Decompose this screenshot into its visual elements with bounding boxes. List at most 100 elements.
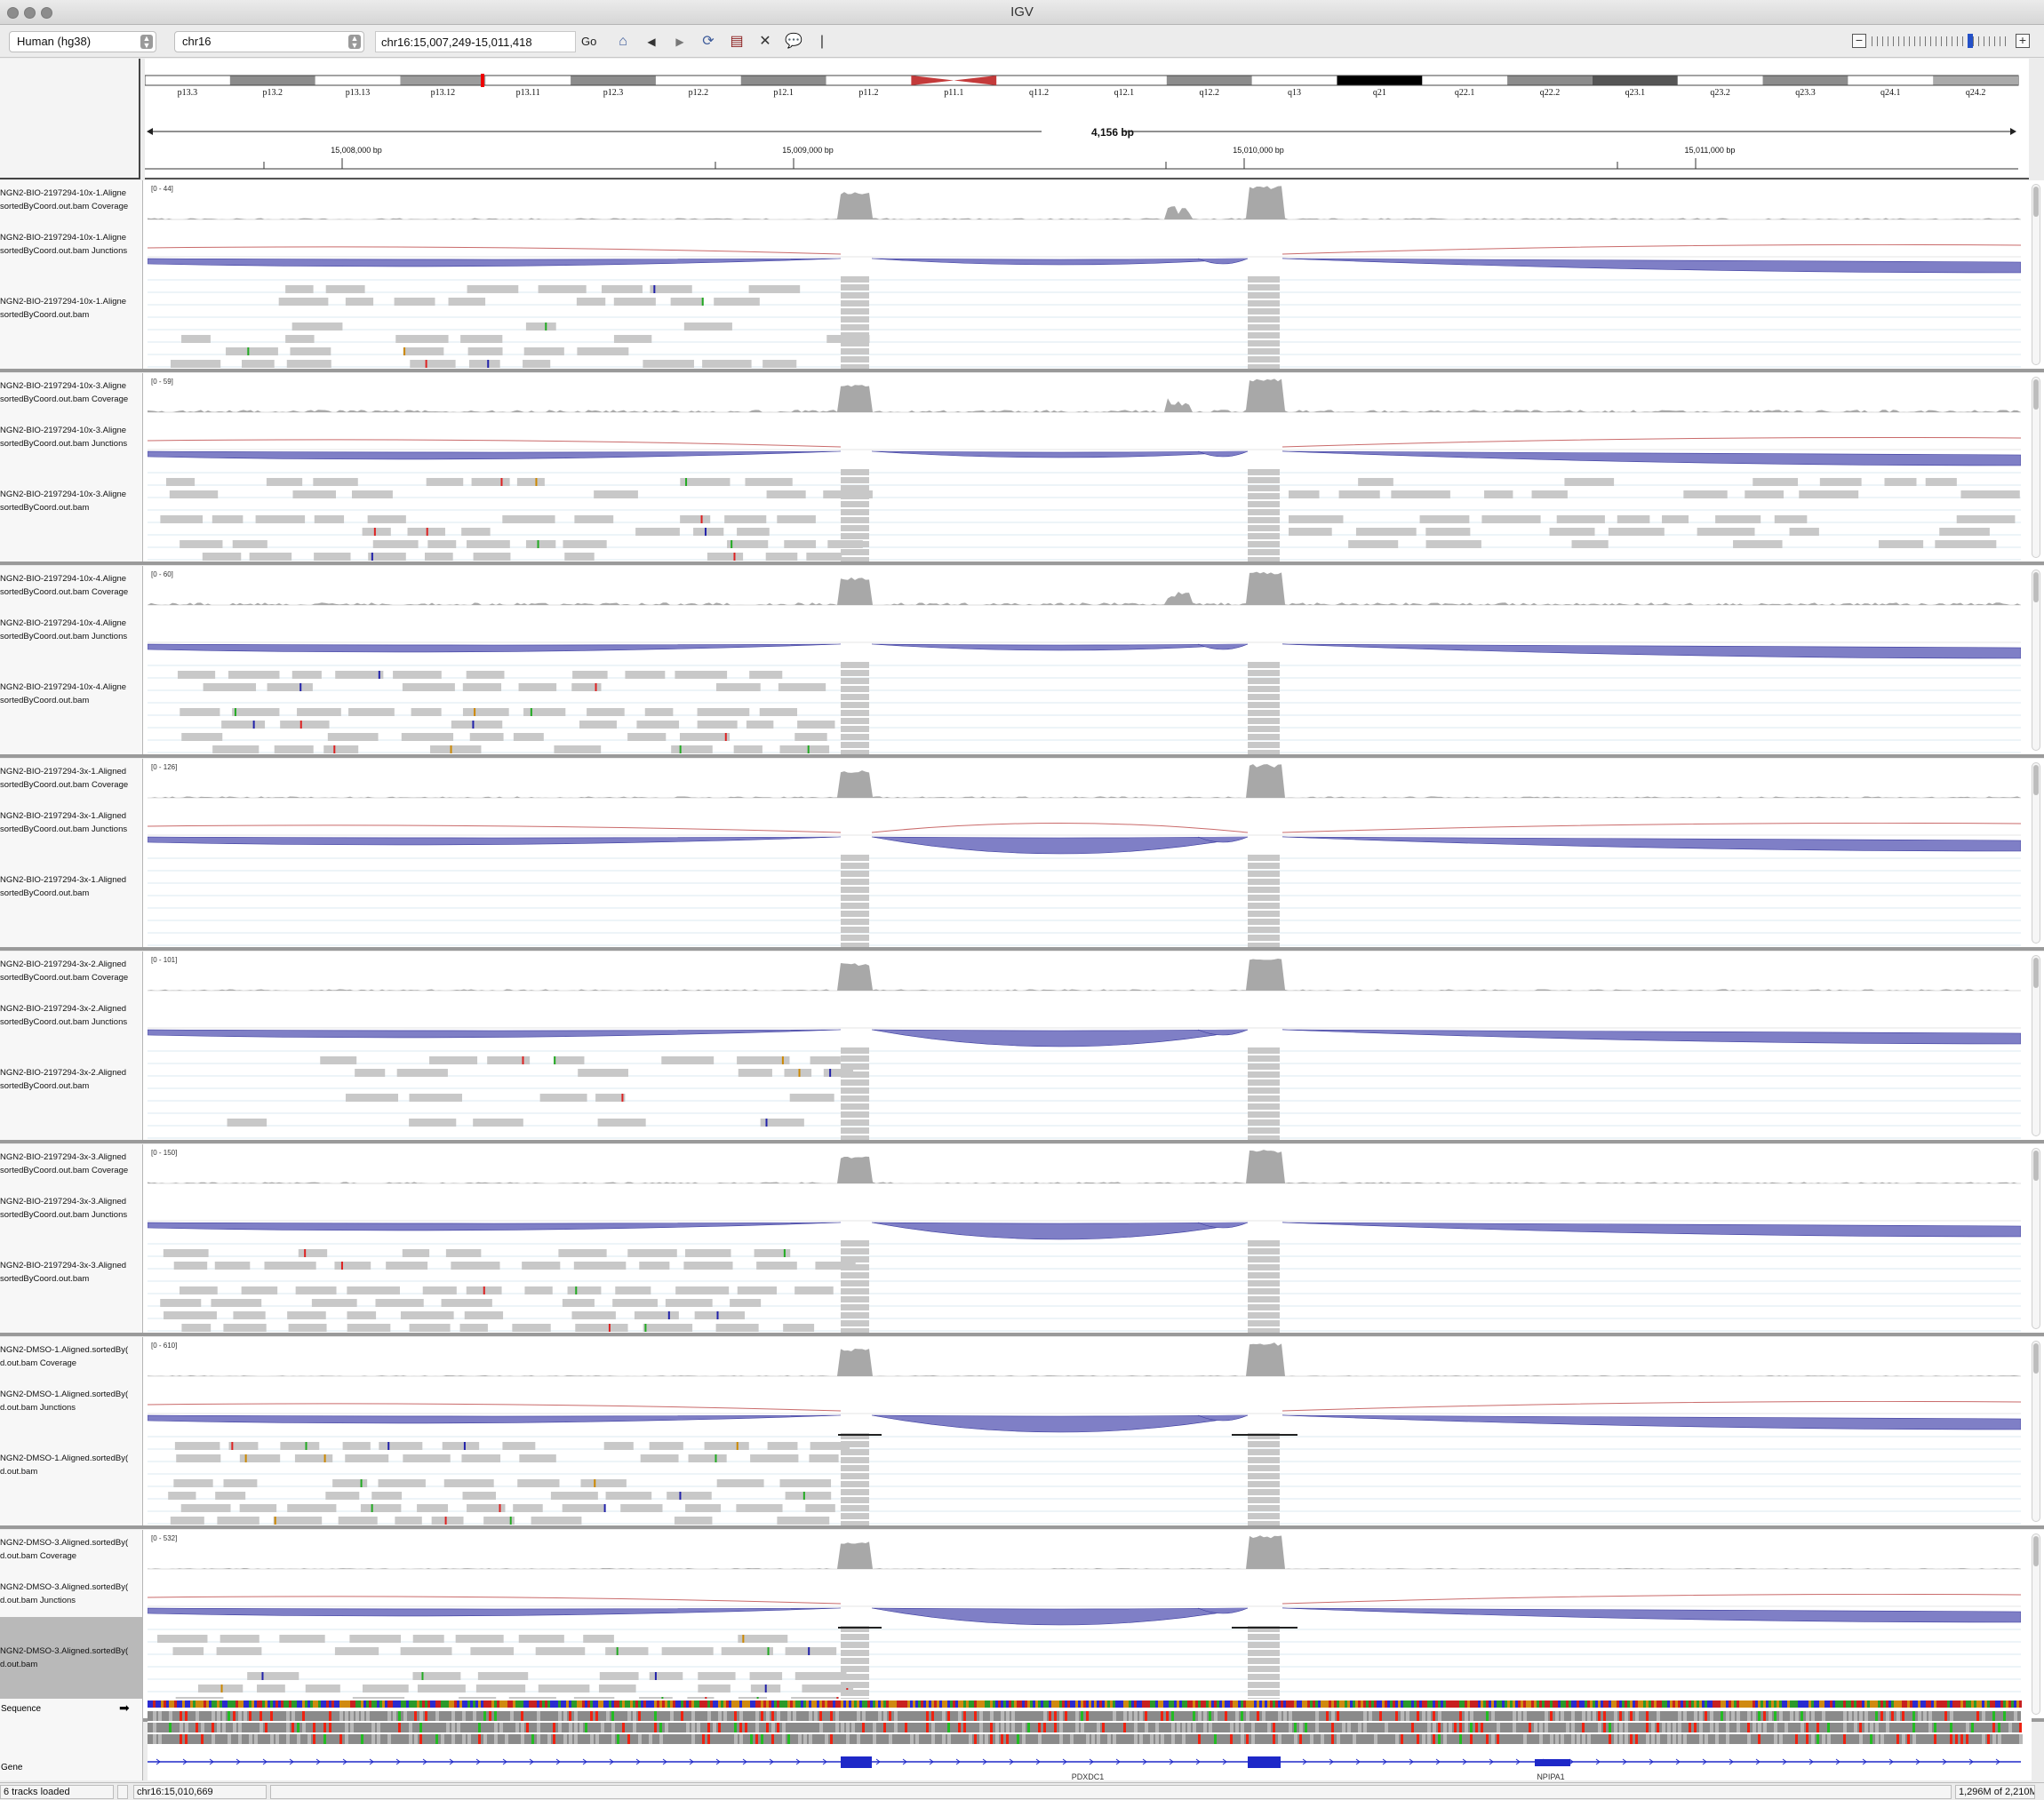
sequence-base [638,1700,641,1708]
sequence-gene-tracks[interactable]: PDXDC1 NPIPA1 [148,1699,2032,1781]
popup-info-icon[interactable]: 💬 [784,33,803,51]
coverage-track-label[interactable]: NGN2-BIO-2197294-10x-3.Aligne sortedByCoo… [0,379,142,406]
alignment-tracks[interactable]: [0 - 150] [148,1144,2021,1333]
aligned-read [215,1492,246,1500]
zoom-slider[interactable] [1872,36,2010,46]
go-button[interactable]: Go [581,35,596,48]
region-of-interest-icon[interactable]: ▤ [727,33,747,51]
bam-track-label[interactable]: NGN2-BIO-2197294-10x-3.Aligne sortedByCoo… [0,488,142,514]
alignment-panel[interactable]: NGN2-BIO-2197294-3x-3.Aligned sortedByCoo… [0,1144,2044,1333]
forward-arrow-icon[interactable]: ▶ [670,33,690,51]
alignment-tracks[interactable]: [0 - 126] [148,759,2021,947]
panel-divider[interactable] [0,369,2044,372]
junctions-track-label[interactable]: NGN2-DMSO-3.Aligned.sortedBy(d.out.bam J… [0,1581,142,1607]
back-arrow-icon[interactable]: ◀ [642,33,661,51]
junctions-track-label[interactable]: NGN2-BIO-2197294-10x-4.Aligne sortedByCoo… [0,617,142,643]
junctions-track-label[interactable]: NGN2-DMSO-1.Aligned.sortedBy(d.out.bam J… [0,1388,142,1414]
coverage-track-label[interactable]: NGN2-BIO-2197294-3x-2.Aligned sortedByCoo… [0,958,142,984]
alignment-tracks[interactable]: [0 - 60] [148,566,2021,754]
chromosome-dropdown[interactable]: chr16 ▲ ▼ [174,31,364,52]
sequence-base [830,1700,833,1708]
refresh-icon[interactable]: ⟳ [699,33,718,51]
aligned-read [221,721,266,729]
alignment-tracks[interactable]: [0 - 101] [148,952,2021,1140]
zoom-in-button[interactable]: + [2016,34,2030,48]
bam-track-label[interactable]: NGN2-BIO-2197294-3x-3.Aligned sortedByCoo… [0,1259,142,1286]
alignment-tracks[interactable]: [0 - 44] [148,180,2021,369]
codon [569,1723,572,1732]
junctions-track-label[interactable]: NGN2-BIO-2197294-3x-1.Aligned sortedByCoo… [0,809,142,836]
codon [1625,1723,1628,1732]
alignment-panel[interactable]: NGN2-BIO-2197294-3x-2.Aligned sortedByCoo… [0,952,2044,1140]
alignment-panel[interactable]: NGN2-DMSO-1.Aligned.sortedBy(d.out.bam C… [0,1337,2044,1525]
home-icon[interactable]: ⌂ [613,33,633,51]
bam-track-label[interactable]: NGN2-BIO-2197294-3x-2.Aligned sortedByCoo… [0,1066,142,1093]
alignment-tracks[interactable]: [0 - 59] [148,373,2021,562]
panel-scrollbar[interactable] [2032,569,2040,751]
panel-divider[interactable] [0,562,2044,565]
scrollbar-thumb[interactable] [2033,187,2039,217]
alignment-panel[interactable]: NGN2-BIO-2197294-10x-4.Aligne sortedByCoo… [0,566,2044,754]
junctions-track-label[interactable]: NGN2-BIO-2197294-3x-3.Aligned sortedByCoo… [0,1195,142,1222]
bam-track-label[interactable]: NGN2-BIO-2197294-10x-4.Aligne sortedByCoo… [0,681,142,707]
zoom-out-button[interactable]: − [1852,34,1866,48]
scrollbar-thumb[interactable] [2033,958,2039,988]
ideogram-band [1507,76,1593,85]
codon [1662,1723,1665,1732]
alignment-panel[interactable]: NGN2-DMSO-3.Aligned.sortedBy(d.out.bam C… [0,1530,2044,1718]
locus-input[interactable]: chr16:15,007,249-15,011,418 [375,31,576,52]
scrollbar-thumb[interactable] [2033,765,2039,795]
zoom-slider-thumb[interactable] [1968,34,1973,48]
bam-track-label[interactable]: NGN2-DMSO-1.Aligned.sortedBy(d.out.bam [0,1452,142,1478]
coverage-track-label[interactable]: NGN2-DMSO-1.Aligned.sortedBy(d.out.bam C… [0,1343,142,1370]
sequence-base [547,1700,550,1708]
alignment-panel[interactable]: NGN2-BIO-2197294-10x-3.Aligne sortedByCoo… [0,373,2044,562]
coverage-track-label[interactable]: NGN2-BIO-2197294-10x-4.Aligne sortedByCoo… [0,572,142,599]
scrollbar-thumb[interactable] [2033,1343,2039,1374]
sequence-base [1936,1700,1939,1708]
ruler-toggle-icon[interactable]: | [812,33,832,51]
alignment-tracks[interactable]: [0 - 610] [148,1337,2021,1525]
bam-track-label[interactable]: NGN2-BIO-2197294-10x-1.Aligne sortedByCoo… [0,295,142,322]
zoom-widget[interactable]: − + [1852,34,2030,50]
panel-divider[interactable] [0,947,2044,951]
panel-scrollbar[interactable] [2032,184,2040,365]
genome-dropdown[interactable]: Human (hg38) ▲ ▼ [9,31,156,52]
strand-arrow-icon[interactable]: ➡ [119,1700,130,1716]
bam-track-label[interactable]: NGN2-DMSO-3.Aligned.sortedBy(d.out.bam [0,1645,142,1671]
coverage-track-label[interactable]: NGN2-BIO-2197294-3x-3.Aligned sortedByCoo… [0,1151,142,1177]
aligned-read [644,708,674,716]
track-label-line: sortedByCoord.out.bam [0,888,90,898]
panel-scrollbar[interactable] [2032,762,2040,944]
scrollbar-thumb[interactable] [2033,1536,2039,1566]
coverage-track-label[interactable]: NGN2-DMSO-3.Aligned.sortedBy(d.out.bam C… [0,1536,142,1563]
bam-track-label[interactable]: NGN2-BIO-2197294-3x-1.Aligned sortedByCoo… [0,873,142,900]
junctions-track-label[interactable]: NGN2-BIO-2197294-10x-3.Aligne sortedByCoo… [0,424,142,450]
panel-scrollbar[interactable] [2032,1341,2040,1522]
junctions-track-label[interactable]: NGN2-BIO-2197294-3x-2.Aligned sortedByCoo… [0,1002,142,1029]
panel-scrollbar[interactable] [2032,955,2040,1136]
scrollbar-thumb[interactable] [2033,572,2039,602]
scrollbar-thumb[interactable] [2033,1151,2039,1181]
sequence-base [595,1700,598,1708]
scrollbar-thumb[interactable] [2033,379,2039,410]
panel-scrollbar[interactable] [2032,1533,2040,1715]
feature-panel[interactable]: PDXDC1 NPIPA1 [148,1699,2032,1781]
alignment-panel[interactable]: NGN2-BIO-2197294-10x-1.Aligne sortedByCoo… [0,180,2044,369]
ideogram-ruler[interactable]: p13.3 p13.2 p13.13 p13.12 p13.11 p12.3 p12.2 p1… [144,59,2029,179]
panel-divider[interactable] [0,1140,2044,1143]
coverage-track-label[interactable]: NGN2-BIO-2197294-3x-1.Aligned sortedByCoo… [0,765,142,792]
resize-to-window-icon[interactable]: ✕ [755,33,775,51]
coverage-track-label[interactable]: NGN2-BIO-2197294-10x-1.Aligne sortedByCoo… [0,187,142,213]
panel-scrollbar[interactable] [2032,377,2040,558]
panel-divider[interactable] [0,1525,2044,1529]
panel-divider[interactable] [0,1333,2044,1336]
junctions-track-label[interactable]: NGN2-BIO-2197294-10x-1.Aligne sortedByCoo… [0,231,142,258]
sequence-base [1982,1700,1984,1708]
aligned-read [841,726,869,732]
alignment-panel[interactable]: NGN2-BIO-2197294-3x-1.Aligned sortedByCoo… [0,759,2044,947]
panel-scrollbar[interactable] [2032,1148,2040,1329]
header-panel[interactable]: p13.3 p13.2 p13.13 p13.12 p13.11 p12.3 p12.2 p1… [144,59,2029,179]
alignment-tracks[interactable]: [0 - 532] [148,1530,2021,1718]
panel-divider[interactable] [0,754,2044,758]
